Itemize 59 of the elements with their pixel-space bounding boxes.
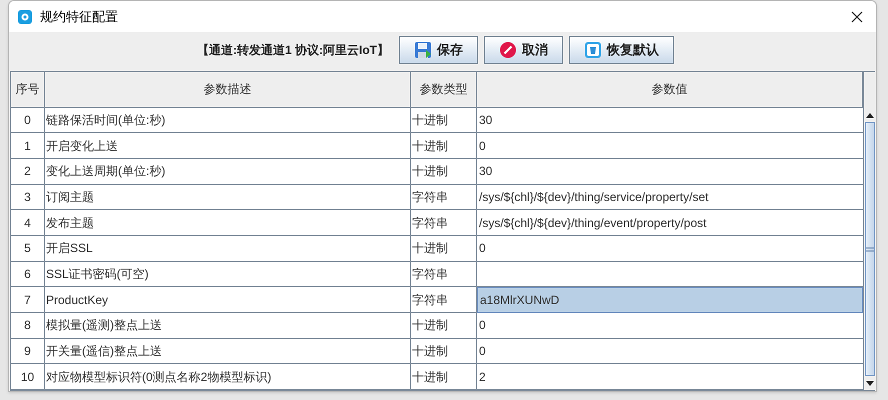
table-cell: 订阅主题 xyxy=(45,184,411,210)
table-cell[interactable]: /sys/${chl}/${dev}/thing/event/property/post xyxy=(477,210,863,236)
table-cell: 4 xyxy=(11,210,45,236)
table-cell: 十进制 xyxy=(411,133,477,159)
table-cell: 8 xyxy=(11,312,45,339)
table-cell: 对应物模型标识符(0测点名称2物模型标识) xyxy=(45,364,411,390)
table-cell: 字符串 xyxy=(411,210,477,236)
table-cell[interactable]: 2 xyxy=(477,364,863,390)
column-header[interactable]: 参数值 xyxy=(477,72,863,108)
table-cell: 开关量(遥信)整点上送 xyxy=(45,338,411,364)
column-header[interactable]: 参数描述 xyxy=(45,72,411,108)
table-cell: 3 xyxy=(11,184,45,210)
grip-icon xyxy=(866,246,874,252)
save-button[interactable]: 保存 xyxy=(399,36,478,64)
table-cell[interactable]: /sys/${chl}/${dev}/thing/service/property/set xyxy=(477,184,863,210)
gear-icon xyxy=(18,10,32,24)
cancel-button[interactable]: 取消 xyxy=(484,36,563,64)
table-cell[interactable]: 0 xyxy=(477,312,863,339)
table-cell: 1 xyxy=(11,133,45,159)
table-cell: 十进制 xyxy=(411,338,477,364)
table-cell: 7 xyxy=(11,287,45,313)
close-icon xyxy=(851,10,863,22)
window-title: 规约特征配置 xyxy=(40,8,118,26)
down-arrow-icon xyxy=(866,380,874,386)
prohibited-icon xyxy=(499,41,517,59)
scrollbar[interactable] xyxy=(863,72,876,390)
table-cell: SSL证书密码(可空) xyxy=(45,262,411,288)
table-cell: 字符串 xyxy=(411,184,477,210)
table-cell[interactable]: a18MlrXUNwD xyxy=(477,287,863,313)
table-cell: 2 xyxy=(11,158,45,185)
column-header[interactable]: 序号 xyxy=(11,72,45,108)
table-cell: 十进制 xyxy=(411,158,477,185)
table-cell: 0 xyxy=(11,108,45,134)
table-cell: 模拟量(遥测)整点上送 xyxy=(45,312,411,339)
channel-info: 【通道:转发通道1 协议:阿里云IoT】 xyxy=(197,42,389,59)
table-cell[interactable]: 0 xyxy=(477,338,863,364)
up-arrow-icon xyxy=(866,112,874,118)
table-cell: 十进制 xyxy=(411,108,477,134)
table-cell[interactable]: 0 xyxy=(477,133,863,159)
table-cell: 变化上送周期(单位:秒) xyxy=(45,158,411,185)
column-header[interactable]: 参数类型 xyxy=(411,72,477,108)
trash-icon xyxy=(584,41,602,59)
table-cell: 10 xyxy=(11,364,45,390)
table-cell[interactable]: 30 xyxy=(477,108,863,134)
table-cell: 十进制 xyxy=(411,236,477,262)
table-cell: ProductKey xyxy=(45,287,411,313)
table-cell: 十进制 xyxy=(411,364,477,390)
table-cell[interactable]: 30 xyxy=(477,158,863,185)
table-cell: 发布主题 xyxy=(45,210,411,236)
table-cell: 链路保活时间(单位:秒) xyxy=(45,108,411,134)
table-cell: 开启变化上送 xyxy=(45,133,411,159)
table-cell: 开启SSL xyxy=(45,236,411,262)
table-cell: 6 xyxy=(11,262,45,288)
table-cell: 十进制 xyxy=(411,312,477,339)
table-cell: 9 xyxy=(11,338,45,364)
table-cell[interactable]: 0 xyxy=(477,236,863,262)
table-cell: 5 xyxy=(11,236,45,262)
restore-button[interactable]: 恢复默认 xyxy=(569,36,674,64)
table-cell: 字符串 xyxy=(411,262,477,288)
